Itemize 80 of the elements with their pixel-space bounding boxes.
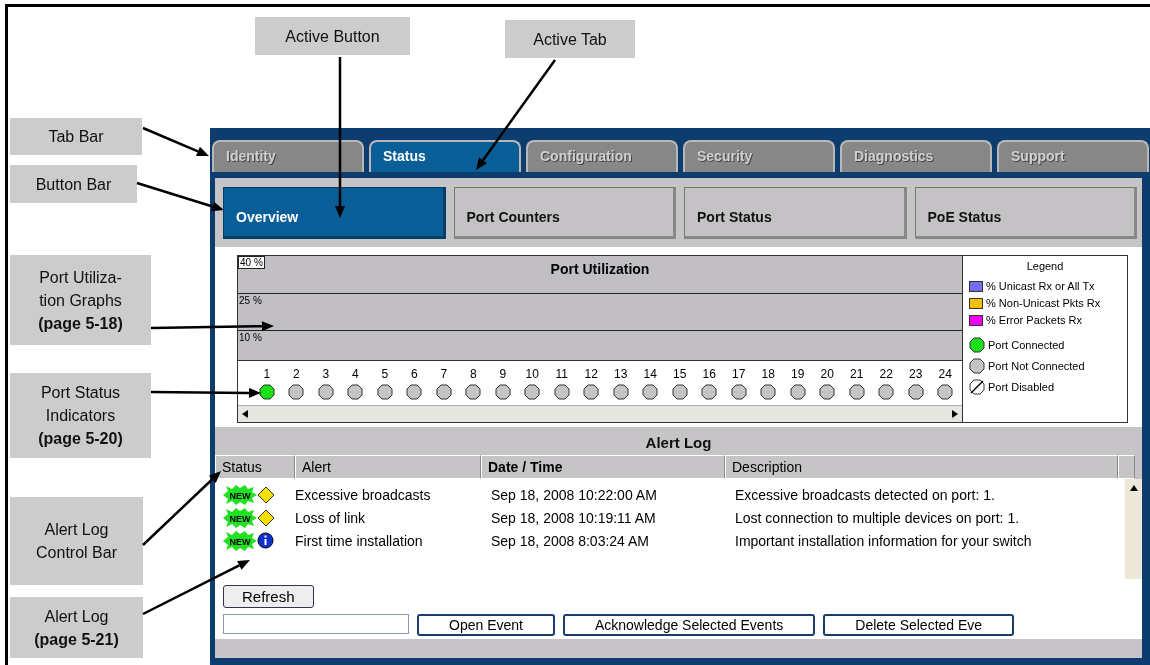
port-number: 5 (381, 367, 389, 381)
port-number: 9 (499, 367, 507, 381)
description-cell-text: Lost connection to multiple devices on port: 1. (735, 509, 1021, 526)
axis-label: 40 % (238, 256, 265, 269)
callout-label: Port Utiliza- tion Graphs (page 5-18) (10, 255, 151, 345)
new-badge: NEW (223, 484, 257, 505)
port-number: 14 (643, 367, 657, 381)
action-button[interactable]: Acknowledge Selected Events (562, 614, 816, 636)
callout-label: Active Tab (505, 20, 635, 58)
new-badge: NEW (223, 507, 257, 528)
axis-label: 10 % (239, 332, 262, 343)
callout-label: Port Status Indicators (page 5-20) (10, 373, 151, 458)
port-number: 21 (850, 367, 864, 381)
scroll-left-icon[interactable] (241, 410, 249, 418)
scroll-up-icon[interactable] (1129, 485, 1138, 491)
alert-log-title: Alert Log (644, 433, 713, 453)
port-number: 24 (938, 367, 952, 381)
description-cell-text: Excessive broadcasts detected on port: 1. (735, 486, 996, 503)
port-number: 4 (351, 367, 359, 381)
scroll-right-icon[interactable] (951, 410, 959, 418)
action-button[interactable]: Delete Selected Eve (823, 614, 1015, 636)
callout-label: Active Button (255, 17, 410, 55)
legend-label: Port Connected (988, 339, 1065, 351)
nav-button[interactable]: Overview (223, 187, 446, 239)
column-header[interactable]: Alert (295, 455, 481, 479)
callout-label: Alert Log (page 5-21) (10, 597, 143, 658)
port-number: 6 (410, 367, 418, 381)
legend-label: Port Disabled (988, 381, 1055, 393)
port-connected-icon (969, 337, 985, 353)
vertical-scrollbar[interactable] (1125, 479, 1142, 579)
port-not-connected-icon (969, 358, 985, 374)
axis-label: 25 % (239, 295, 262, 306)
port-number: 18 (761, 367, 775, 381)
port-number: 20 (820, 367, 834, 381)
port-disabled-icon (969, 379, 985, 395)
time-cell-text: Sep 18, 2008 10:19:11 AM (491, 509, 657, 526)
nav-button[interactable]: Port Status (684, 187, 907, 239)
callout-label: Button Bar (10, 165, 137, 203)
callout-label: Alert Log Control Bar (10, 497, 143, 585)
nav-button[interactable]: Port Counters (453, 187, 676, 239)
column-header[interactable]: Description (725, 455, 1118, 479)
input-field[interactable] (223, 614, 409, 634)
port-number: 22 (879, 367, 893, 381)
horizontal-scrollbar[interactable] (238, 405, 962, 422)
port-number: 15 (673, 367, 687, 381)
port-number: 8 (469, 367, 477, 381)
alert-cell-text: First time installation (295, 532, 424, 549)
description-cell-text: Important installation information for your switch (735, 532, 1033, 549)
port-number: 13 (614, 367, 628, 381)
column-header[interactable]: Status (215, 455, 295, 479)
callout-label: Tab Bar (10, 118, 142, 155)
legend-label: % Error Packets Rx (986, 314, 1082, 326)
port-number: 2 (292, 367, 300, 381)
tab[interactable]: Status (369, 140, 521, 172)
port-number: 1 (263, 367, 271, 381)
port-number: 17 (732, 367, 746, 381)
refresh-button[interactable]: Refresh (223, 585, 314, 608)
alert-cell-text: Excessive broadcasts (295, 486, 432, 503)
column-header[interactable]: Date / Time (481, 455, 725, 479)
port-number: 19 (791, 367, 805, 381)
info-icon (257, 532, 274, 549)
action-button[interactable]: Open Event (417, 614, 555, 636)
alert-cell-text: Loss of link (295, 509, 367, 526)
graph-title: Port Utilization (550, 261, 650, 277)
time-cell-text: Sep 18, 2008 10:22:00 AM (491, 486, 658, 503)
port-number: 7 (440, 367, 448, 381)
port-number: 3 (322, 367, 330, 381)
port-number: 10 (525, 367, 539, 381)
port-number: 16 (702, 367, 716, 381)
nav-button[interactable]: PoE Status (914, 187, 1137, 239)
leader-arrow (142, 126, 209, 156)
new-badge: NEW (223, 530, 257, 551)
time-cell-text: Sep 18, 2008 8:03:24 AM (491, 532, 650, 549)
legend-label: % Unicast Rx or All Tx (986, 280, 1095, 292)
legend-title: Legend (1025, 260, 1065, 272)
port-number: 11 (555, 367, 568, 381)
legend-label: Port Not Connected (988, 360, 1085, 372)
port-number: 23 (909, 367, 923, 381)
port-number: 12 (584, 367, 598, 381)
legend-label: % Non-Unicast Pkts Rx (986, 297, 1101, 309)
